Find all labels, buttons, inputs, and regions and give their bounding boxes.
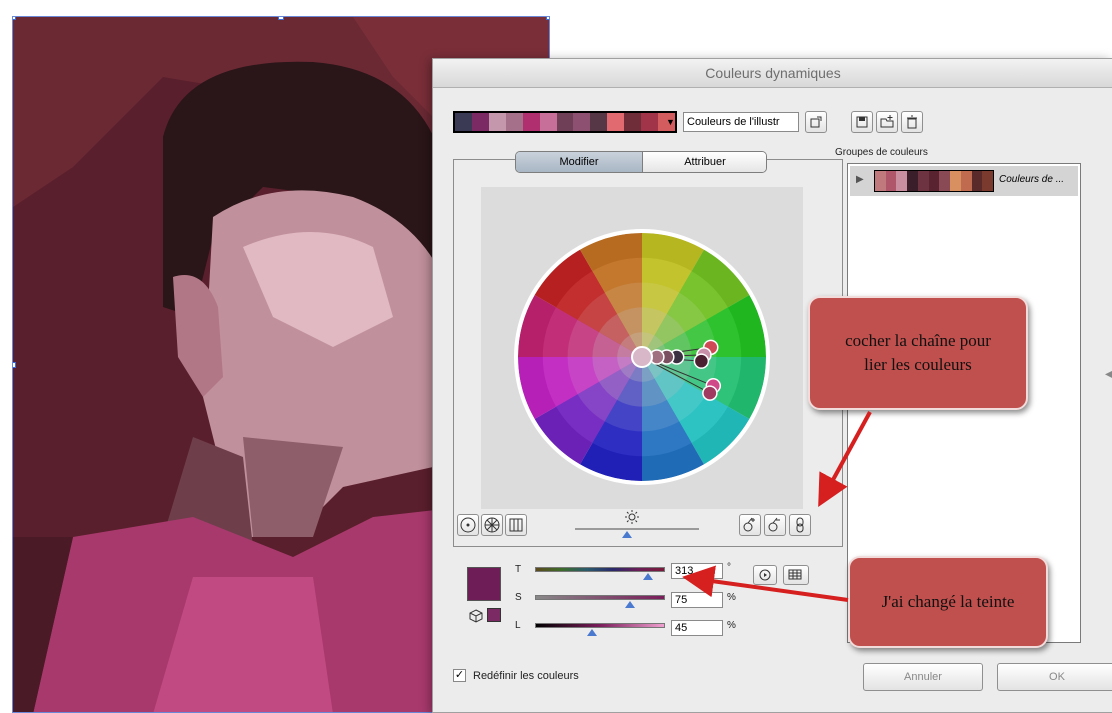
add-color-tool-icon [743,517,755,532]
segmented-wheel-icon [484,517,500,533]
saturation-unit: % [727,592,736,603]
brightness-icon [623,509,641,530]
harmony-color-marker[interactable] [702,385,718,401]
harmony-dropdown-arrow-icon[interactable]: ▼ [666,117,675,127]
swatch-library-icon [788,569,802,580]
group-swatch[interactable] [907,171,918,191]
luminosity-unit: % [727,620,736,631]
save-group-icon [856,116,868,128]
callout-hue: J'ai changé la teinte [848,556,1048,648]
harmony-swatch[interactable] [505,113,523,131]
harmony-swatch[interactable] [522,113,540,131]
tab-attribuer[interactable]: Attribuer [642,152,766,172]
color-mode-icon[interactable] [469,609,483,628]
group-name: Couleurs de ... [999,174,1065,185]
link-chain-icon [796,517,804,533]
harmony-name-field[interactable]: Couleurs de l'illustr [683,112,799,132]
color-wheel-area [481,187,803,509]
delete-group-icon [907,115,917,129]
harmony-swatch[interactable] [607,113,625,131]
color-groups-label: Groupes de couleurs [835,147,928,158]
color-group-item[interactable]: ▶ Couleurs de ... [850,166,1078,196]
hue-unit: ° [727,562,731,573]
mode-tabs: Modifier Attribuer [515,151,767,173]
harmony-swatch[interactable] [624,113,642,131]
smooth-wheel-button[interactable] [457,514,479,536]
luminosity-slider[interactable] [535,623,665,628]
group-swatch[interactable] [875,171,886,191]
luminosity-value-field[interactable]: 45 [671,620,723,636]
ok-button[interactable]: OK [997,663,1112,691]
recolor-checkbox[interactable]: ✓ [453,669,466,682]
saturation-slider[interactable] [535,595,665,600]
new-group-icon [880,115,894,128]
hue-slider[interactable] [535,567,665,572]
group-swatch[interactable] [950,171,961,191]
callout-chain: cocher la chaîne pour lier les couleurs [808,296,1028,410]
brightness-slider-thumb[interactable] [622,531,632,538]
group-swatch[interactable] [896,171,908,191]
luminosity-label: L [515,620,521,631]
selection-handle[interactable] [278,17,284,20]
harmony-swatch[interactable] [590,113,608,131]
disclosure-triangle-icon[interactable]: ▶ [856,174,864,185]
group-swatch[interactable] [982,171,993,191]
color-bars-icon [509,518,523,532]
harmony-color-marker[interactable] [693,353,710,369]
color-wheel[interactable] [481,187,803,509]
selected-color-swatch[interactable] [467,567,501,601]
smooth-wheel-icon [460,517,476,533]
saturation-label: S [515,592,522,603]
harmony-swatch[interactable] [539,113,557,131]
hue-label: T [515,564,522,575]
group-swatch[interactable] [885,171,897,191]
new-group-button[interactable] [876,111,898,133]
hue-slider-thumb[interactable] [643,573,653,580]
color-bars-button[interactable] [505,514,527,536]
segmented-wheel-button[interactable] [481,514,503,536]
active-colors-strip[interactable] [453,111,677,133]
remove-color-tool-icon [768,517,780,532]
collapse-arrow-icon[interactable]: ◀ [1105,369,1112,380]
group-swatch[interactable] [971,171,983,191]
group-swatch[interactable] [960,171,972,191]
tab-modifier[interactable]: Modifier [516,152,642,172]
group-swatch[interactable] [928,171,940,191]
play-circle-icon [759,569,771,581]
harmony-swatch[interactable] [488,113,506,131]
color-mode-menu-button[interactable] [753,565,777,585]
save-group-button[interactable] [851,111,873,133]
harmony-swatch[interactable] [471,113,489,131]
selection-handle[interactable] [13,17,16,20]
callout-chain-text: cocher la chaîne pour lier les couleurs [845,331,991,374]
selection-handle[interactable] [546,17,549,20]
selection-handle[interactable] [13,362,16,368]
eyedropper-button[interactable] [805,111,827,133]
recolor-checkbox-label: Redéfinir les couleurs [473,670,579,682]
hue-value-field[interactable]: 313 [671,563,723,579]
delete-group-button[interactable] [901,111,923,133]
saturation-value-field[interactable]: 75 [671,592,723,608]
group-swatch[interactable] [917,171,929,191]
swatch-library-button[interactable] [783,565,809,585]
harmony-swatch[interactable] [455,113,472,131]
dialog-title: Couleurs dynamiques [433,59,1112,88]
add-color-tool-button[interactable] [739,514,761,536]
eyedropper-icon [810,116,822,128]
group-swatch[interactable] [939,171,951,191]
luminosity-slider-thumb[interactable] [587,629,597,636]
base-color-marker[interactable] [631,346,653,368]
link-harmony-button[interactable] [789,514,811,536]
callout-hue-text: J'ai changé la teinte [881,592,1015,611]
saturation-slider-thumb[interactable] [625,601,635,608]
harmony-swatch[interactable] [641,113,659,131]
out-of-gamut-swatch[interactable] [487,608,501,622]
brightness-slider[interactable] [575,528,699,530]
harmony-swatch[interactable] [556,113,574,131]
remove-color-tool-button[interactable] [764,514,786,536]
harmony-swatch[interactable] [573,113,591,131]
cancel-button[interactable]: Annuler [863,663,983,691]
group-swatch-strip [874,170,994,192]
